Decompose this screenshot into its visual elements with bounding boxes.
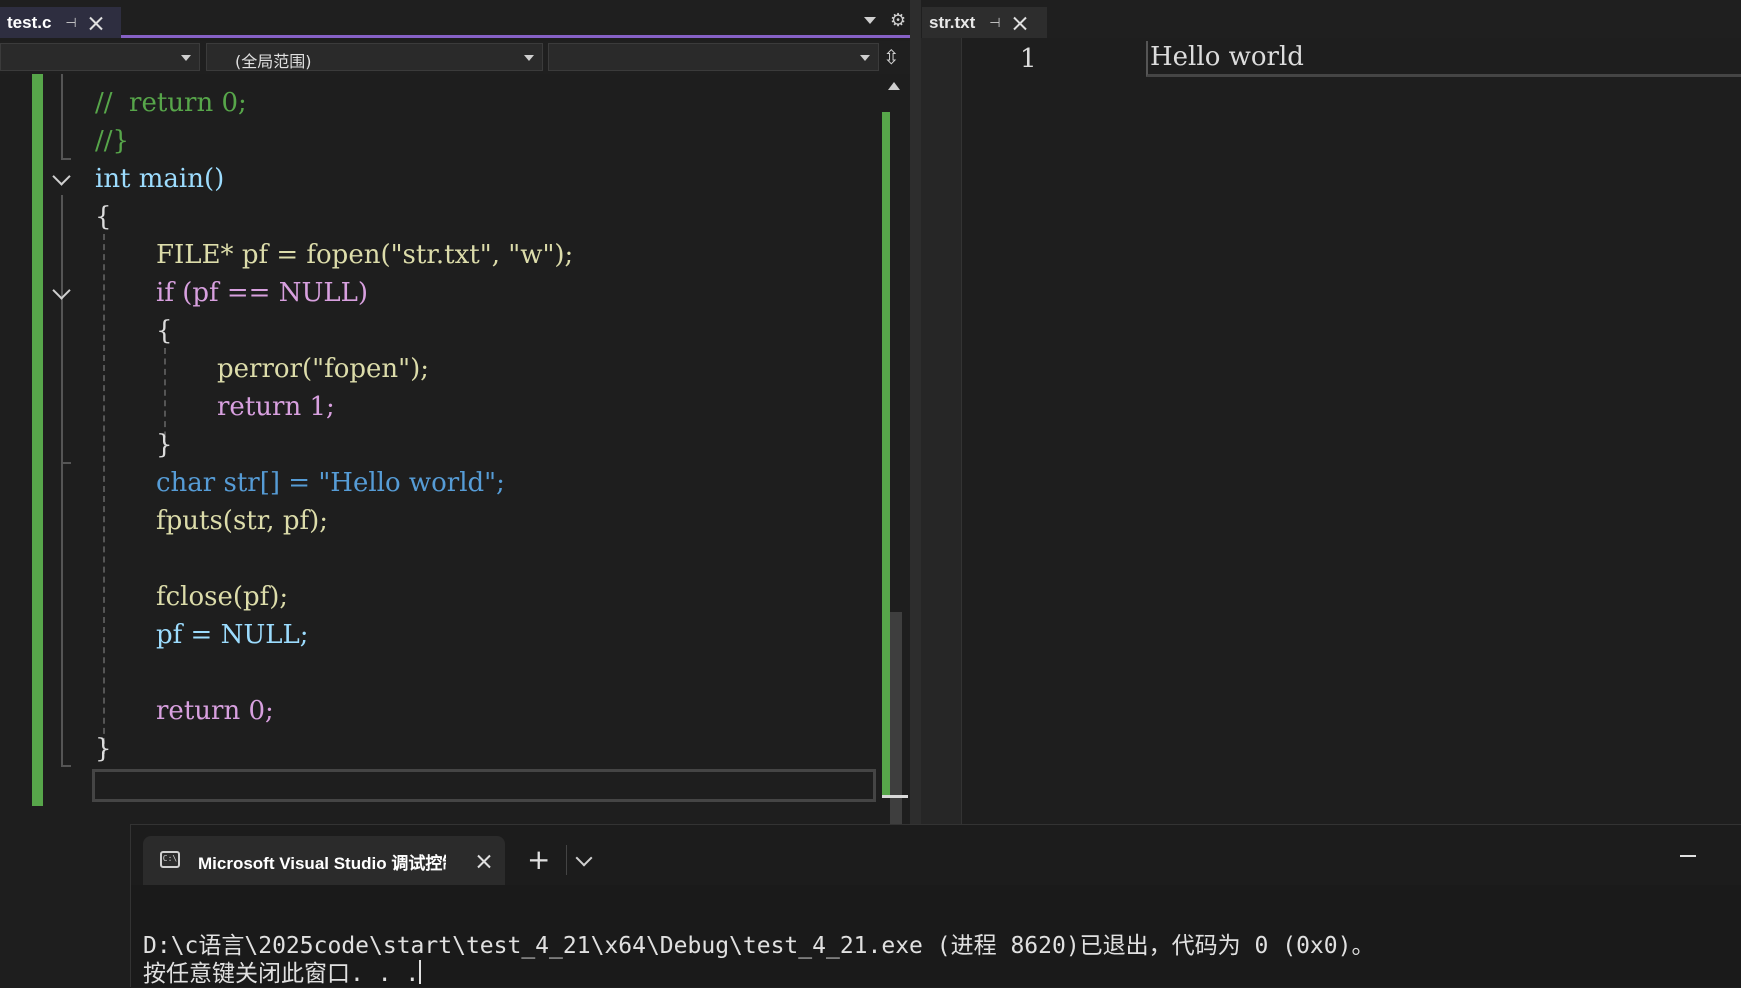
member-dropdown[interactable] xyxy=(548,43,879,71)
fold-line xyxy=(61,74,63,158)
close-icon[interactable] xyxy=(89,16,103,30)
scrollbar-thumb[interactable] xyxy=(890,612,902,824)
gear-icon[interactable]: ⚙ xyxy=(890,10,906,31)
terminal-icon: C:\ xyxy=(160,851,180,868)
margin-divider xyxy=(961,38,962,824)
scrollbar-change-map xyxy=(882,112,890,796)
code-line-3: int main() xyxy=(95,164,225,194)
editor-margin xyxy=(921,38,961,824)
text-file-content[interactable]: Hello world xyxy=(1150,42,1304,72)
new-tab-button[interactable]: + xyxy=(527,843,550,876)
tab-list-dropdown-icon[interactable] xyxy=(864,17,876,24)
tab-strip-accent xyxy=(0,35,911,38)
split-window-icon[interactable]: ⇳ xyxy=(883,45,900,69)
code-line-7: { xyxy=(156,316,173,346)
current-line-highlight xyxy=(92,769,876,802)
fold-collapse-icon[interactable] xyxy=(51,170,71,190)
tab-label: test.c xyxy=(7,12,52,32)
chevron-down-icon xyxy=(860,55,870,61)
indent-guide xyxy=(103,234,105,754)
text-editor[interactable] xyxy=(921,38,1741,824)
chevron-down-icon xyxy=(181,55,191,61)
pin-icon[interactable]: ⊣ xyxy=(989,15,1000,31)
text-cursor xyxy=(419,960,422,984)
code-line-10: } xyxy=(156,430,173,460)
scope-dropdown[interactable]: (全局范围) xyxy=(206,43,543,71)
code-line-1: // return 0; xyxy=(95,88,247,118)
fold-end xyxy=(61,765,71,767)
code-line-9: return 1; xyxy=(217,392,335,422)
scope-label: (全局范围) xyxy=(235,52,312,71)
code-line-12: fputs(str, pf); xyxy=(156,506,329,536)
fold-end xyxy=(61,462,71,464)
scrollbar-caret-marker xyxy=(882,795,908,798)
project-dropdown[interactable] xyxy=(0,43,200,71)
console-prompt-text: 按任意键关闭此窗口. . . xyxy=(143,961,420,987)
code-line-15: return 0; xyxy=(156,696,274,726)
tab-label: str.txt xyxy=(929,12,976,32)
console-tab-title: Microsoft Visual Studio 调试控制台 xyxy=(198,854,446,873)
code-line-14: pf = NULL; xyxy=(156,620,309,650)
pin-icon[interactable]: ⊣ xyxy=(65,15,76,31)
fold-end xyxy=(61,158,71,160)
minimize-icon[interactable] xyxy=(1680,855,1696,857)
tab-test-c[interactable]: test.c ⊣ xyxy=(0,7,121,38)
tab-separator xyxy=(566,845,567,875)
console-output-line: 按任意键关闭此窗口. . . xyxy=(143,954,422,988)
code-line-8: perror("fopen"); xyxy=(217,354,429,384)
editor-splitter[interactable] xyxy=(910,0,921,824)
chevron-down-icon xyxy=(524,55,534,61)
code-line-4: { xyxy=(95,202,112,232)
code-line-11: char str[] = "Hello world"; xyxy=(156,468,505,498)
code-line-2: //} xyxy=(95,126,130,156)
change-tracking-bar xyxy=(32,74,43,806)
left-tab-strip xyxy=(0,0,921,38)
navigation-bar: (全局范围) xyxy=(0,41,910,74)
close-icon[interactable] xyxy=(1013,16,1027,30)
fold-collapse-icon[interactable] xyxy=(51,284,71,304)
scroll-up-icon[interactable] xyxy=(888,82,900,90)
code-line-16: } xyxy=(95,734,112,764)
code-line-5: FILE* pf = fopen("str.txt", "w"); xyxy=(156,240,574,270)
code-line-13: fclose(pf); xyxy=(156,582,289,612)
close-icon[interactable] xyxy=(477,854,491,868)
tab-str-txt[interactable]: str.txt ⊣ xyxy=(922,7,1047,38)
line-number: 1 xyxy=(1020,44,1037,74)
code-line-6: if (pf == NULL) xyxy=(156,278,369,308)
